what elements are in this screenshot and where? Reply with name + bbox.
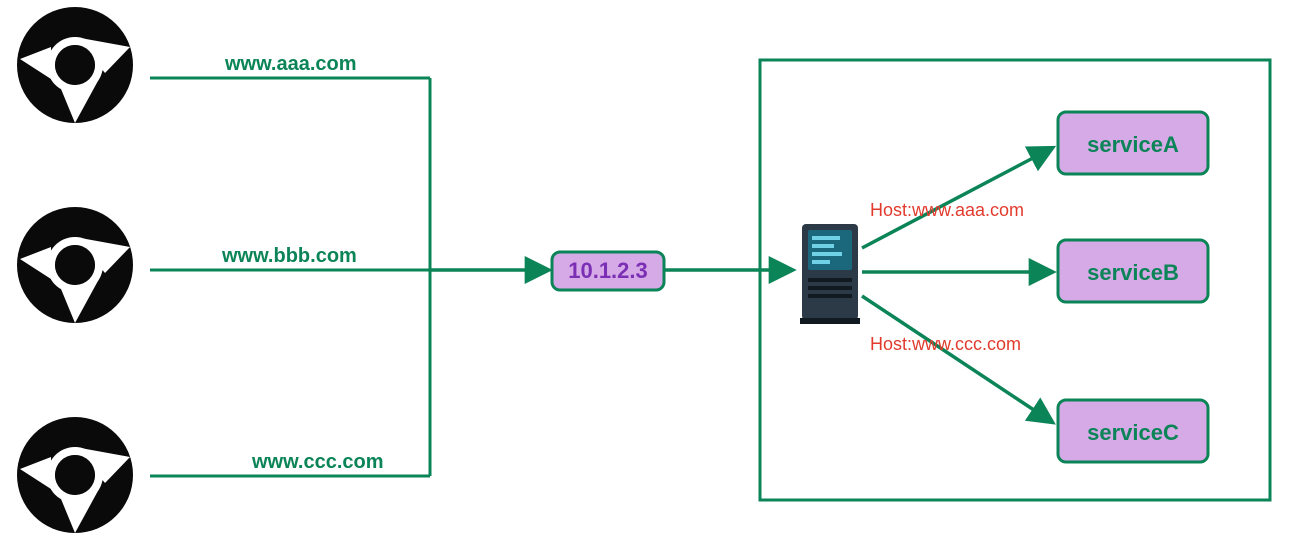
ip-label: 10.1.2.3 [568,258,648,283]
host-label-bottom: Host:www.ccc.com [870,334,1021,354]
domain-label-1: www.aaa.com [224,53,357,75]
service-label-a: serviceA [1087,132,1179,157]
host-label-top: Host:www.aaa.com [870,200,1024,220]
service-box-b: serviceB [1058,240,1208,302]
service-label-c: serviceC [1087,420,1179,445]
chrome-icon [17,207,133,323]
domain-label-2: www.bbb.com [221,245,357,267]
chrome-icon [17,417,133,533]
service-box-c: serviceC [1058,400,1208,462]
arrow-to-service-a [862,148,1052,248]
service-box-a: serviceA [1058,112,1208,174]
arrow-to-service-c [862,296,1052,422]
domain-label-3: www.ccc.com [251,451,384,473]
ip-box: 10.1.2.3 [552,252,664,290]
service-label-b: serviceB [1087,260,1179,285]
server-icon [800,224,860,324]
diagram-canvas: www.aaa.com www.bbb.com www.ccc.com 10.1… [0,0,1293,555]
chrome-icon [17,7,133,123]
